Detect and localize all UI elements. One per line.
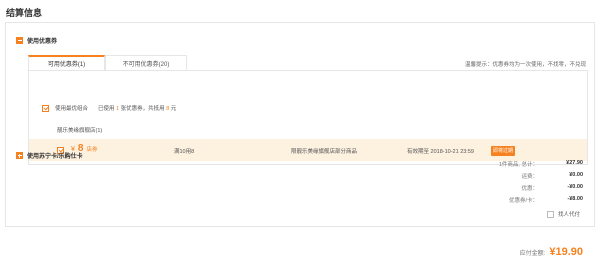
card-section-header[interactable]: 使用苏宁卡/乐购仕卡 bbox=[16, 151, 83, 160]
payable-label: 应付金额: bbox=[519, 251, 546, 257]
coupon-scope: 限靓乐美缘旗舰店部分商品 bbox=[291, 149, 358, 155]
summary-row-goods: 1件商品, 总计： ¥27.90 bbox=[498, 160, 583, 168]
coupon-type: 店券 bbox=[86, 147, 98, 153]
coupon-tabs: 可用优惠券(1) 不可用优惠券(20) bbox=[28, 55, 187, 70]
proxy-pay-option[interactable]: 找人代付 bbox=[547, 210, 580, 218]
payable-total: 应付金额: ¥19.90 bbox=[520, 246, 583, 258]
tab-available-coupons[interactable]: 可用优惠券(1) bbox=[28, 55, 105, 70]
tab-unavailable-coupons[interactable]: 不可用优惠券(20) bbox=[105, 55, 187, 70]
summary-row-shipping: 运费： ¥0.00 bbox=[521, 172, 583, 180]
best-combo-label: 使用最优组合 bbox=[55, 106, 89, 112]
coupon-list-box: 使用最优组合 已使用 1 张优惠券，共抵用 8 元 靓乐美缘旗舰店(1) ¥ 8… bbox=[28, 70, 588, 165]
coupon-hint: 温馨提示：优惠券均为一次使用，不找零，不兑现 bbox=[464, 62, 586, 68]
store-name: 靓乐美缘旗舰店(1) bbox=[57, 128, 103, 134]
coupon-section-header[interactable]: 使用优惠券 bbox=[16, 36, 57, 45]
page-title: 结算信息 bbox=[6, 8, 43, 18]
best-combo-checkbox[interactable] bbox=[42, 104, 49, 112]
coupon-condition: 满10用8 bbox=[174, 149, 195, 155]
expand-icon[interactable] bbox=[16, 152, 23, 159]
collapse-icon[interactable] bbox=[16, 37, 23, 44]
proxy-pay-label: 找人代付 bbox=[558, 212, 581, 218]
coupon-validity: 有效期至 2018-10-21 23:59 bbox=[407, 149, 474, 155]
coupon-usage-summary: 已使用 1 张优惠券，共抵用 8 元 bbox=[98, 106, 177, 112]
summary-row-discount: 优惠： -¥0.00 bbox=[521, 184, 583, 192]
best-combo-row: 使用最优组合 已使用 1 张优惠券，共抵用 8 元 bbox=[42, 104, 176, 112]
summary-row-coupon: 优惠券/卡： -¥8.00 bbox=[508, 196, 583, 204]
payable-amount: ¥19.90 bbox=[549, 246, 583, 258]
coupon-item[interactable]: ¥ 8 店券 满10用8 限靓乐美缘旗舰店部分商品 有效期至 2018-10-2… bbox=[29, 139, 587, 161]
proxy-pay-checkbox[interactable] bbox=[547, 210, 554, 218]
card-section-title: 使用苏宁卡/乐购仕卡 bbox=[27, 154, 83, 160]
expiring-badge: 即将过期 bbox=[491, 145, 516, 156]
coupon-section-title: 使用优惠券 bbox=[27, 39, 58, 45]
